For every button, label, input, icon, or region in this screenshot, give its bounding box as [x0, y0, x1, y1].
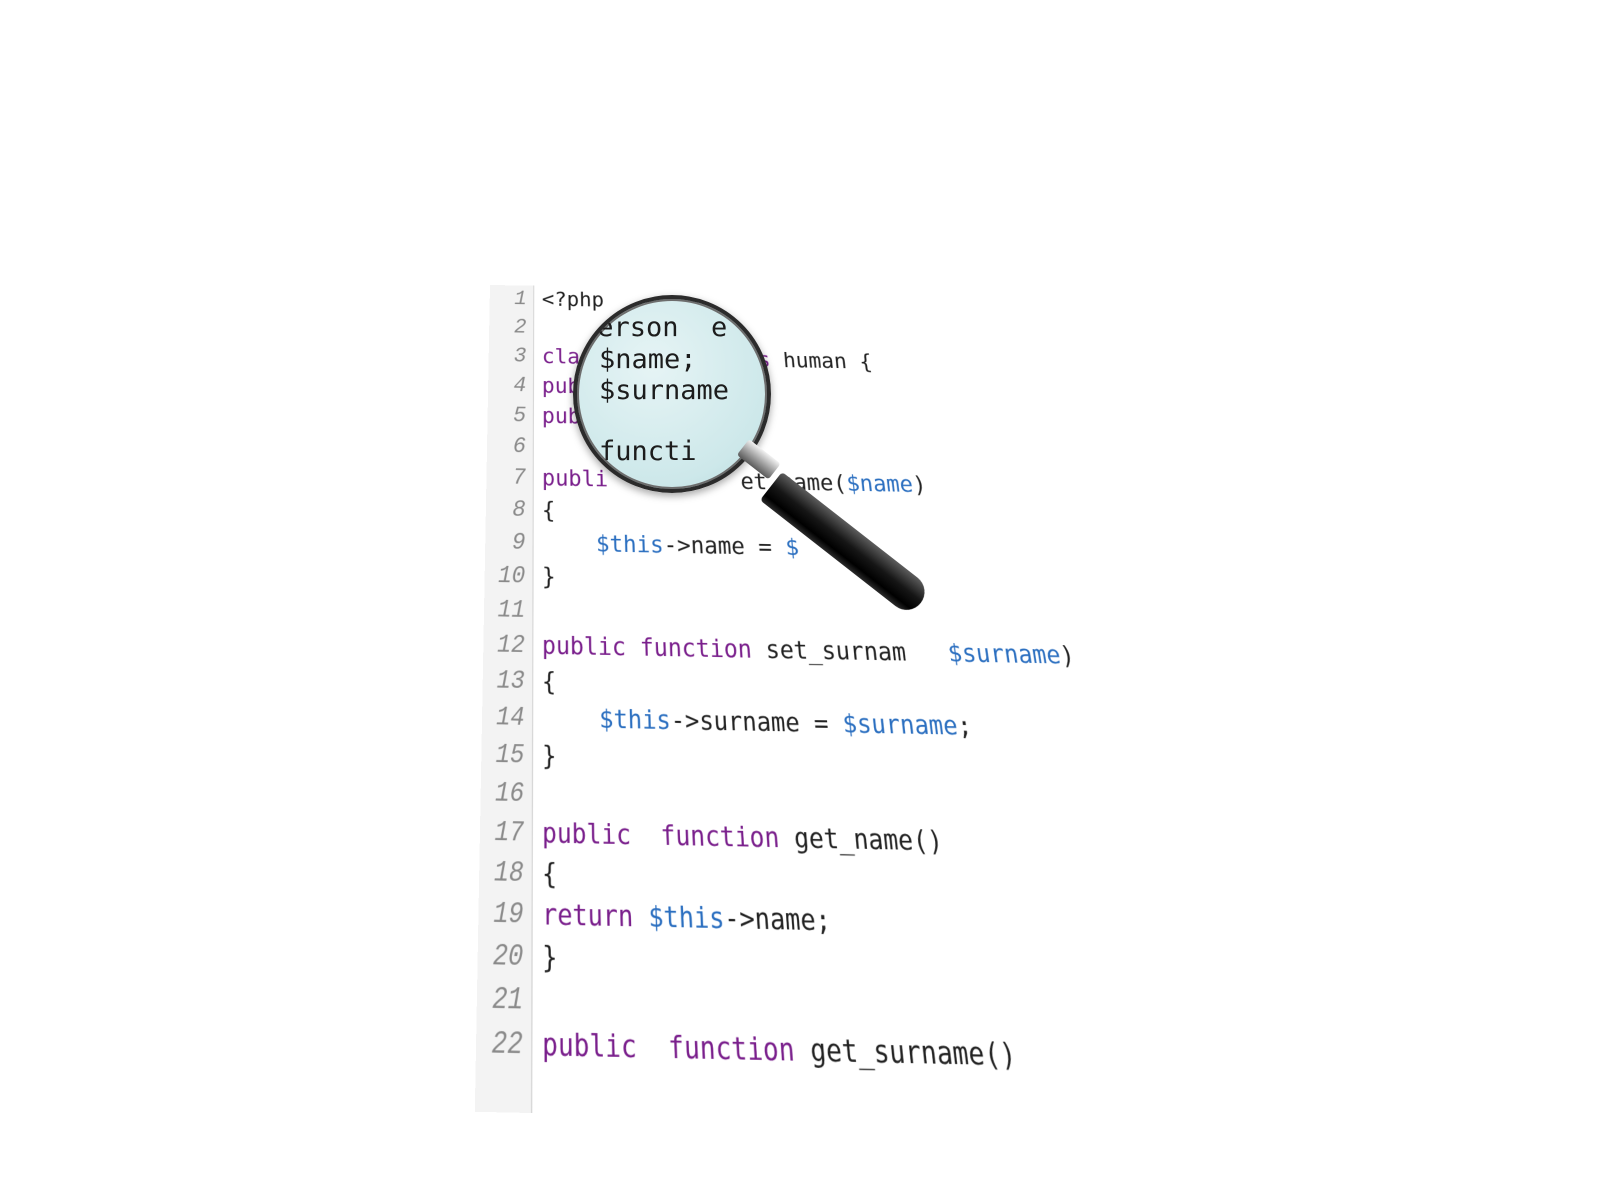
magnified-class-name: person: [581, 313, 679, 343]
code-text: {: [542, 495, 555, 526]
code-token: ): [911, 472, 928, 498]
keyword-token: function: [668, 1030, 796, 1069]
line-number: 4: [488, 371, 526, 400]
line-number: 12: [483, 628, 525, 663]
code-text: }: [542, 560, 556, 593]
code-text: public function get_surname(): [542, 1024, 1019, 1078]
line-number: 13: [482, 663, 524, 699]
line-number: 7: [486, 462, 526, 493]
keyword-token: function: [639, 633, 752, 664]
code-token: [636, 1029, 669, 1066]
variable-token: $name: [845, 471, 914, 498]
magnified-function-keyword: functi: [599, 437, 697, 467]
keyword-token: public: [542, 631, 626, 661]
code-text: }: [542, 937, 557, 979]
line-number: 6: [487, 431, 526, 462]
code-token: {: [542, 497, 555, 524]
keyword-token: function: [660, 820, 780, 855]
magnifying-glass-lens: person e $name; $surname functi: [573, 295, 771, 493]
code-token: [625, 633, 640, 662]
code-text: {: [542, 664, 556, 699]
code-token: <?php: [542, 288, 604, 312]
keyword-token: public: [542, 817, 631, 851]
code-text: {: [542, 854, 557, 894]
line-number: 5: [487, 401, 526, 431]
code-token: ->name =: [663, 532, 786, 561]
line-number: 16: [480, 774, 524, 812]
variable-token: $this: [596, 531, 664, 559]
magnified-surname-var: $surname: [599, 376, 729, 406]
line-number: 18: [479, 853, 524, 893]
line-number: 15: [481, 736, 524, 773]
line-number: 20: [477, 936, 523, 978]
code-token: ;: [955, 711, 973, 742]
variable-token: $surname: [946, 639, 1063, 670]
code-token: ): [1058, 641, 1077, 670]
line-number: 2: [489, 313, 527, 341]
variable-token: $this: [599, 704, 671, 736]
magnified-name-var: $name;: [599, 345, 697, 375]
code-token: get_surname(): [793, 1032, 1018, 1074]
line-number: 19: [478, 894, 524, 935]
line-number: 22: [476, 1022, 523, 1066]
scene: 1<?php23clas ends human {4publ5publ67pub…: [0, 0, 1600, 1200]
code-token: {: [542, 667, 556, 697]
code-token: }: [542, 940, 557, 975]
code-token: [904, 638, 950, 668]
keyword-token: public: [542, 1027, 637, 1066]
code-token: [542, 530, 596, 558]
code-text: }: [542, 738, 557, 775]
line-number: 9: [485, 526, 526, 559]
line-number: 8: [486, 494, 526, 526]
line-number: 3: [488, 342, 526, 371]
code-token: set_surnam: [751, 635, 908, 667]
code-token: human {: [769, 348, 873, 374]
code-text: return $this->name;: [542, 895, 832, 941]
line-number: 14: [482, 699, 525, 736]
code-token: [630, 819, 661, 852]
code-text: public function get_name(): [542, 814, 945, 860]
variable-token: $surname: [841, 709, 959, 742]
line-number: 11: [484, 593, 525, 627]
code-token: ->name;: [723, 902, 832, 938]
code-token: ->surname =: [670, 706, 844, 740]
code-token: {: [542, 857, 557, 891]
keyword-token: publi: [542, 465, 608, 492]
keyword-token: return: [542, 898, 634, 934]
code-token: }: [542, 740, 557, 771]
line-number: 21: [476, 978, 523, 1021]
variable-token: $this: [648, 900, 725, 936]
magnified-extends-fragment: e: [711, 313, 727, 343]
code-token: get_name(): [778, 822, 945, 858]
line-number: 1: [490, 285, 527, 313]
code-token: }: [542, 563, 556, 591]
line-number: 10: [484, 559, 525, 592]
line-number: 17: [480, 813, 524, 852]
code-token: [633, 900, 649, 934]
code-text: <?php: [542, 286, 604, 314]
code-token: [542, 703, 599, 734]
